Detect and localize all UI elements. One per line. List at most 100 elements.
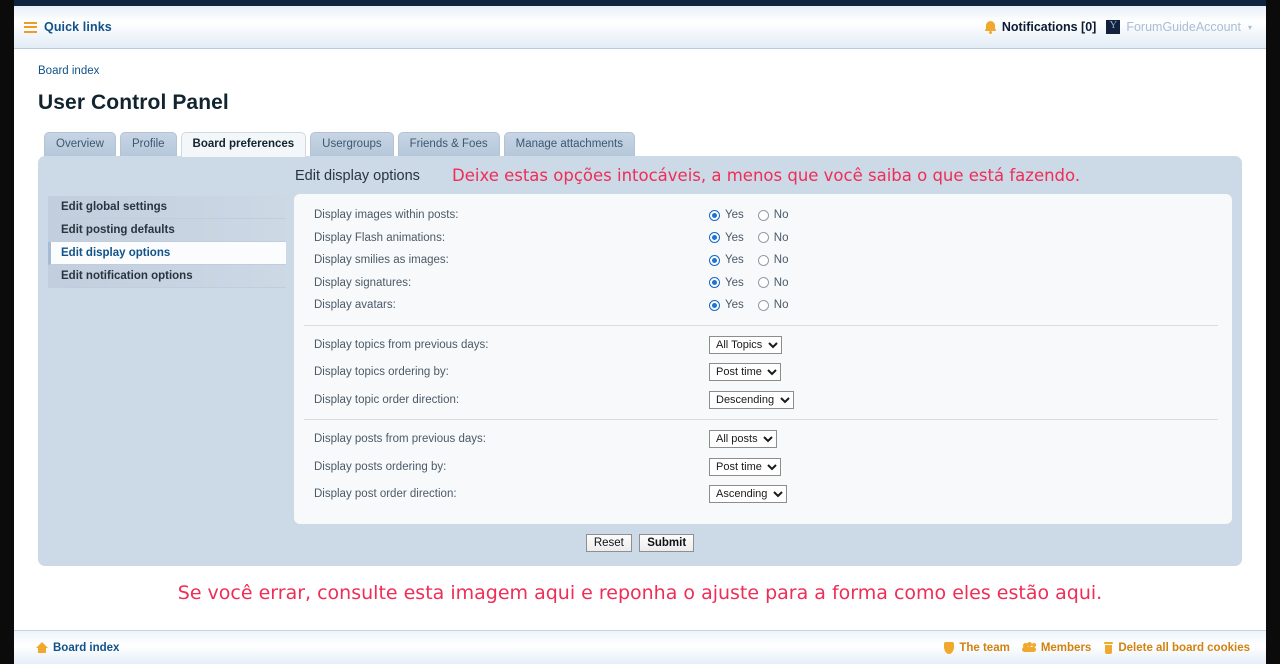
tab-overview[interactable]: Overview: [44, 132, 116, 156]
breadcrumb: Board index: [38, 65, 1242, 77]
field-label: Display topics ordering by:: [314, 366, 449, 379]
panel-header: Edit display options Deixe estas opções …: [48, 166, 1232, 194]
footer-board-index-label: Board index: [53, 641, 120, 654]
panel-body: Edit global settings Edit posting defaul…: [48, 194, 1232, 524]
bell-icon: [984, 20, 996, 34]
tab-usergroups[interactable]: Usergroups: [310, 132, 394, 156]
tab-profile[interactable]: Profile: [119, 132, 177, 156]
radio-indicator: [757, 277, 769, 289]
radio-yes[interactable]: Yes: [709, 232, 744, 244]
field-control: All posts: [709, 430, 777, 449]
quick-links-button[interactable]: Quick links: [24, 20, 112, 34]
ucp-sidebar: Edit global settings Edit posting defaul…: [48, 194, 286, 288]
screenshot-root: Quick links Notifications [0] ForumGuide…: [0, 0, 1280, 664]
sidebar-item-edit-global-settings[interactable]: Edit global settings: [48, 196, 286, 219]
radio-no[interactable]: No: [757, 277, 788, 289]
field-label: Display smilies as images:: [314, 254, 449, 267]
page-body: Board index User Control Panel Overview …: [14, 49, 1266, 618]
user-menu-button[interactable]: ForumGuideAccount ▾: [1106, 19, 1252, 34]
radio-yes[interactable]: Yes: [709, 254, 744, 266]
annotation-top: Deixe estas opções intocáveis, a menos q…: [452, 166, 1081, 185]
notifications-button[interactable]: Notifications [0]: [984, 20, 1097, 34]
fieldset-topic-display: Display topics from previous days: All T…: [304, 326, 1218, 420]
navbar-left: Quick links: [24, 20, 112, 34]
radio-no[interactable]: No: [757, 231, 789, 244]
radio-no[interactable]: No: [757, 254, 789, 267]
sidebar-item-edit-posting-defaults[interactable]: Edit posting defaults: [48, 219, 286, 242]
select-topics-ordering-by[interactable]: Post time: [709, 363, 781, 382]
top-navbar: Quick links Notifications [0] ForumGuide…: [14, 6, 1266, 49]
footer-board-index-link[interactable]: Board index: [36, 642, 119, 654]
radio-label: No: [773, 209, 789, 222]
radio-no[interactable]: No: [757, 209, 789, 222]
page-footer: Board index The team Members Delete all …: [14, 630, 1266, 664]
tab-manage-attachments[interactable]: Manage attachments: [503, 132, 636, 156]
field-label: Display signatures:: [314, 276, 412, 289]
radio-label: Yes: [725, 299, 744, 312]
select-posts-ordering-by[interactable]: Post time: [709, 457, 781, 476]
form-actions: Reset Submit: [48, 524, 1232, 554]
radio-yes[interactable]: Yes: [709, 299, 744, 311]
footer-link-label: Delete all board cookies: [1118, 641, 1250, 654]
avatar: [1106, 19, 1121, 34]
field-topic-order-direction: Display topic order direction: Descendin…: [304, 389, 1218, 412]
select-topic-order-direction[interactable]: Descending: [709, 390, 794, 409]
navbar-right: Notifications [0] ForumGuideAccount ▾: [984, 19, 1252, 34]
radio-label: No: [773, 254, 789, 267]
submit-button[interactable]: Submit: [639, 533, 695, 552]
footer-the-team-link[interactable]: The team: [944, 641, 1010, 654]
footer-link-label: Members: [1040, 641, 1092, 654]
window-left-edge: [0, 0, 14, 664]
sidebar-item-edit-display-options[interactable]: Edit display options: [48, 242, 286, 265]
field-label: Display avatars:: [314, 299, 396, 312]
field-display-avatars: Display avatars: Yes No: [304, 294, 1218, 317]
forum-page: Quick links Notifications [0] ForumGuide…: [14, 6, 1266, 664]
radio-yes[interactable]: Yes: [709, 277, 744, 289]
tab-friends-foes[interactable]: Friends & Foes: [397, 132, 500, 156]
tab-board-preferences[interactable]: Board preferences: [180, 132, 307, 157]
fieldset-display-toggles: Display images within posts: Yes No Disp…: [304, 202, 1218, 326]
radio-group: Yes No: [709, 209, 788, 221]
ucp-tab-bar: Overview Profile Board preferences Userg…: [38, 132, 1242, 157]
select-topics-previous-days[interactable]: All Topics: [709, 335, 782, 354]
radio-label: Yes: [725, 231, 744, 244]
radio-indicator: [709, 209, 720, 221]
select-post-order-direction[interactable]: Ascending: [709, 485, 787, 504]
page-title: User Control Panel: [38, 91, 229, 114]
notifications-label: Notifications [0]: [1001, 20, 1097, 34]
select-posts-previous-days[interactable]: All posts: [709, 430, 777, 449]
ucp-panel: Edit display options Deixe estas opções …: [38, 156, 1242, 566]
hamburger-icon: [24, 21, 37, 33]
radio-indicator: [709, 254, 720, 266]
radio-indicator: [757, 254, 769, 266]
reset-button[interactable]: Reset: [585, 533, 632, 552]
field-label: Display topic order direction:: [314, 393, 460, 406]
radio-label: Yes: [725, 276, 744, 289]
field-display-images-within-posts: Display images within posts: Yes No: [304, 204, 1218, 227]
breadcrumb-board-index[interactable]: Board index: [38, 65, 99, 77]
field-label: Display images within posts:: [314, 209, 459, 222]
home-icon: [36, 642, 48, 653]
radio-label: No: [773, 231, 789, 244]
radio-indicator: [709, 299, 720, 311]
radio-indicator: [709, 232, 720, 244]
footer-link-label: The team: [959, 641, 1010, 654]
radio-yes[interactable]: Yes: [709, 209, 744, 221]
field-label: Display post order direction:: [314, 488, 457, 501]
people-icon: [1022, 641, 1037, 653]
footer-members-link[interactable]: Members: [1022, 641, 1092, 654]
sidebar-item-edit-notification-options[interactable]: Edit notification options: [48, 265, 286, 288]
radio-no[interactable]: No: [757, 299, 788, 311]
field-label: Display posts from previous days:: [314, 433, 486, 446]
radio-group: Yes No: [709, 232, 788, 244]
footer-delete-cookies-link[interactable]: Delete all board cookies: [1104, 641, 1250, 654]
quick-links-label: Quick links: [44, 20, 112, 34]
username-label: ForumGuideAccount: [1126, 20, 1241, 34]
field-post-order-direction: Display post order direction: Ascending: [304, 483, 1218, 506]
field-posts-ordering-by: Display posts ordering by: Post time: [304, 456, 1218, 479]
field-control: Ascending: [709, 485, 787, 504]
window-right-edge: [1266, 0, 1280, 664]
field-topics-ordering-by: Display topics ordering by: Post time: [304, 361, 1218, 384]
radio-indicator: [709, 277, 720, 289]
field-topics-from-previous-days: Display topics from previous days: All T…: [304, 334, 1218, 357]
